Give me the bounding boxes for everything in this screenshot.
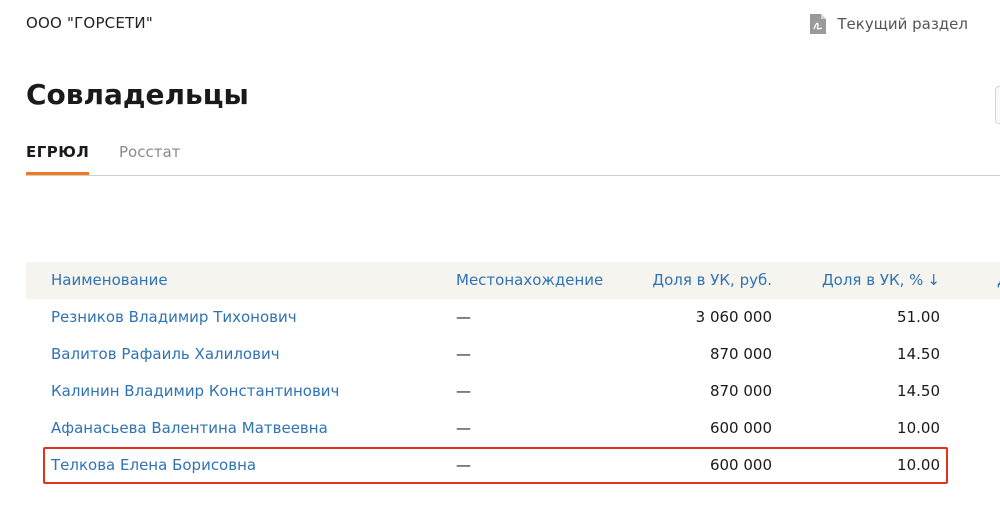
table-row: Афанасьева Валентина Матвеевна — 600 000… [26,410,1000,447]
owner-name-link[interactable]: Афанасьева Валентина Матвеевна [51,419,328,437]
owner-share-pct: 10.00 [897,419,940,437]
source-tabs: ЕГРЮЛ Росстат [26,140,1000,176]
owner-location: — [456,345,471,363]
owner-name-link[interactable]: Телкова Елена Борисовна [51,456,256,474]
table-row: Калинин Владимир Константинович — 870 00… [26,373,1000,410]
owner-location: — [456,456,471,474]
column-header-location[interactable]: Местонахождение [456,271,603,289]
table-row: Телкова Елена Борисовна — 600 000 10.00 [26,447,1000,484]
owner-name-link[interactable]: Резников Владимир Тихонович [51,308,297,326]
page-title: Совладельцы [26,78,249,111]
owner-share-rub: 870 000 [709,345,772,363]
owner-share-rub: 600 000 [709,419,772,437]
table-header: Наименование Местонахождение Доля в УК, … [26,262,1000,299]
owner-name-link[interactable]: Валитов Рафаиль Халилович [51,345,280,363]
side-panel-edge[interactable] [995,86,1000,124]
owner-share-rub: 3 060 000 [695,308,772,326]
owner-share-rub: 600 000 [709,456,772,474]
column-header-share-pct[interactable]: Доля в УК, % ↓ [822,271,940,289]
column-header-name[interactable]: Наименование [51,271,168,289]
table-row: Валитов Рафаиль Халилович — 870 000 14.5… [26,336,1000,373]
column-header-share-rub[interactable]: Доля в УК, руб. [652,271,772,289]
owner-location: — [456,419,471,437]
company-name: ООО "ГОРСЕТИ" [26,14,153,32]
owner-share-pct: 14.50 [897,382,940,400]
owner-share-rub: 870 000 [709,382,772,400]
owner-share-pct: 10.00 [897,456,940,474]
owner-share-pct: 14.50 [897,345,940,363]
sort-descending-icon: ↓ [927,271,940,289]
current-section-label: Текущий раздел [837,15,968,33]
tab-rosstat[interactable]: Росстат [119,143,180,161]
owner-location: — [456,382,471,400]
owner-location: — [456,308,471,326]
column-header-share-pct-label: Доля в УК, % [821,271,924,289]
current-section-link[interactable]: Текущий раздел [809,13,968,35]
table-row: Резников Владимир Тихонович — 3 060 000 … [26,299,1000,336]
tab-egrul[interactable]: ЕГРЮЛ [26,143,90,175]
pdf-icon [809,13,827,35]
owner-name-link[interactable]: Калинин Владимир Константинович [51,382,339,400]
owner-share-pct: 51.00 [897,308,940,326]
co-owners-table: Наименование Местонахождение Доля в УК, … [26,262,1000,484]
